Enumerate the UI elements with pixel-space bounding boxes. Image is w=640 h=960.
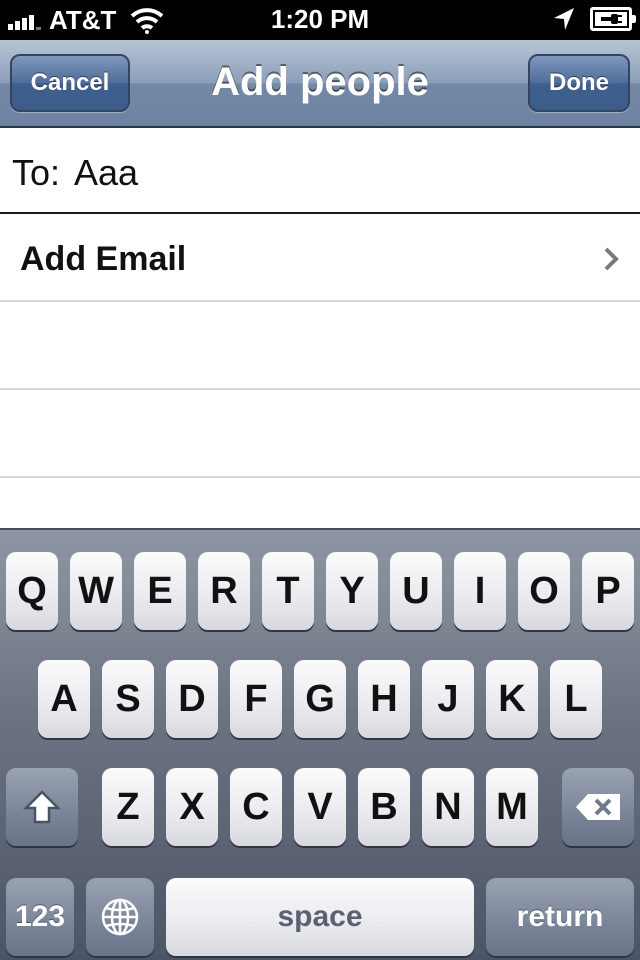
key-o[interactable]: O (518, 552, 570, 630)
to-input[interactable]: Aaa (74, 152, 138, 194)
globe-icon (101, 898, 139, 936)
return-key[interactable]: return (486, 878, 634, 956)
keyboard: Q W E R T Y U I O P A S D F G H J K L Z … (0, 528, 640, 960)
key-a[interactable]: A (38, 660, 90, 738)
list-item (0, 302, 640, 390)
globe-key[interactable] (86, 878, 154, 956)
status-right (552, 6, 636, 32)
list-item (0, 390, 640, 478)
shift-key[interactable] (6, 768, 78, 846)
key-z[interactable]: Z (102, 768, 154, 846)
key-b[interactable]: B (358, 768, 410, 846)
key-s[interactable]: S (102, 660, 154, 738)
key-g[interactable]: G (294, 660, 346, 738)
space-key[interactable]: space (166, 878, 474, 956)
status-time: 1:20 PM (270, 4, 370, 34)
key-u[interactable]: U (390, 552, 442, 630)
key-n[interactable]: N (422, 768, 474, 846)
to-field[interactable]: To: Aaa (0, 128, 640, 214)
key-d[interactable]: D (166, 660, 218, 738)
key-t[interactable]: T (262, 552, 314, 630)
key-e[interactable]: E (134, 552, 186, 630)
status-bar: AT&T 1:20 PM (0, 0, 640, 40)
key-f[interactable]: F (230, 660, 282, 738)
chevron-right-icon (604, 247, 619, 271)
key-m[interactable]: M (486, 768, 538, 846)
backspace-key[interactable] (562, 768, 634, 846)
key-j[interactable]: J (422, 660, 474, 738)
key-l[interactable]: L (550, 660, 602, 738)
done-button[interactable]: Done (528, 54, 630, 112)
key-h[interactable]: H (358, 660, 410, 738)
to-label: To: (12, 152, 61, 193)
key-x[interactable]: X (166, 768, 218, 846)
key-y[interactable]: Y (326, 552, 378, 630)
add-email-row[interactable]: Add Email (0, 214, 640, 302)
key-p[interactable]: P (582, 552, 634, 630)
key-v[interactable]: V (294, 768, 346, 846)
key-k[interactable]: K (486, 660, 538, 738)
location-icon (554, 8, 574, 30)
key-q[interactable]: Q (6, 552, 58, 630)
key-w[interactable]: W (70, 552, 122, 630)
key-c[interactable]: C (230, 768, 282, 846)
battery-charging-icon (590, 7, 636, 31)
navigation-bar: Cancel Add people Done (0, 40, 640, 128)
shift-icon (23, 790, 61, 824)
list-item (0, 478, 640, 530)
key-i[interactable]: I (454, 552, 506, 630)
backspace-icon (576, 794, 620, 820)
add-email-label: Add Email (20, 240, 187, 278)
numbers-key[interactable]: 123 (6, 878, 74, 956)
key-r[interactable]: R (198, 552, 250, 630)
